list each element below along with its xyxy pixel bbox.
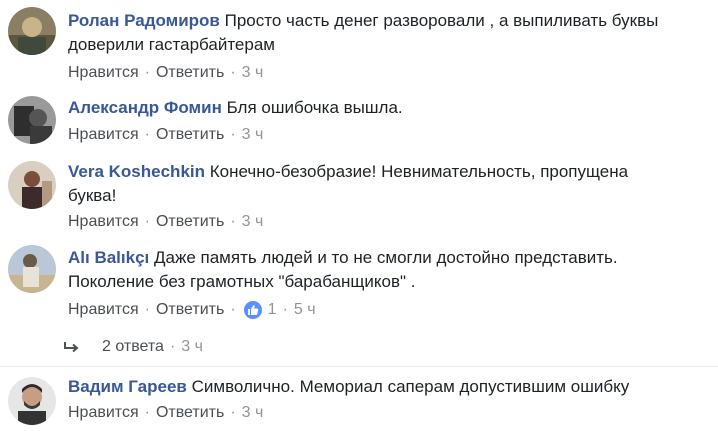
like-button[interactable]: Нравится [68,123,139,147]
comment-actions: Нравится · Ответить · 1 · 5 ч [68,298,316,322]
separator: · [169,338,176,355]
comment-text: Бля ошибочка вышла. [226,98,403,117]
replies-time[interactable]: 3 ч [181,335,203,359]
reply-button[interactable]: Ответить [156,298,224,322]
separator: · [230,301,236,318]
separator: · [230,64,236,81]
avatar[interactable] [8,161,56,209]
reply-button[interactable]: Ответить [156,401,224,425]
comment-actions: Нравится · Ответить · 3 ч [68,61,263,85]
separator: · [282,301,288,318]
avatar[interactable] [8,377,56,425]
separator: · [144,404,150,421]
comment-body: Alı Balıkçı Даже память людей и то не см… [68,246,710,294]
separator: · [144,126,150,143]
separator: · [230,404,236,421]
avatar[interactable] [8,96,56,144]
comment-author[interactable]: Александр Фомин [68,98,222,117]
view-replies-row[interactable]: 2 ответа · 3 ч [62,335,203,359]
reply-button[interactable]: Ответить [156,123,224,147]
thumbs-up-icon[interactable] [243,301,262,319]
comment-feed: Ролан Радомиров Просто часть денег разво… [0,0,718,431]
separator: · [230,213,236,230]
comment-time[interactable]: 3 ч [242,123,264,147]
reply-button[interactable]: Ответить [156,61,224,85]
separator: · [144,213,150,230]
comment-text: Просто часть денег разворовали , а выпил… [224,11,659,30]
comment-body: Ролан Радомиров Просто часть денег разво… [68,9,710,57]
like-button[interactable]: Нравится [68,61,139,85]
comment-time[interactable]: 3 ч [242,401,264,425]
comment-author[interactable]: Ролан Радомиров [68,11,220,30]
comment-actions: Нравится · Ответить · 3 ч [68,401,263,425]
comment-time[interactable]: 3 ч [242,210,264,234]
separator: · [144,301,150,318]
comment-author[interactable]: Vera Koshechkin [68,162,205,181]
like-button[interactable]: Нравится [68,210,139,234]
divider [0,366,718,367]
comment-text: Символично. Мемориал саперам допустившим… [191,377,630,396]
separator: · [230,126,236,143]
reply-arrow-icon [64,342,79,353]
comment-text: буква! [68,186,117,205]
comment-time[interactable]: 3 ч [242,61,264,85]
comment-text: доверили гастарбайтерам [68,35,275,54]
comment-author[interactable]: Alı Balıkçı [68,248,149,267]
avatar[interactable] [8,7,56,55]
comment-actions: Нравится · Ответить · 3 ч [68,210,263,234]
comment-time[interactable]: 5 ч [294,298,316,322]
comment-text: Поколение без грамотных "барабанщиков" . [68,272,416,291]
reply-button[interactable]: Ответить [156,210,224,234]
like-button[interactable]: Нравится [68,401,139,425]
like-count[interactable]: 1 [268,298,277,322]
comment-body: Александр Фомин Бля ошибочка вышла. [68,96,710,120]
comment-text: Конечно-безобразие! Невнимательность, пр… [209,162,629,181]
separator: · [144,64,150,81]
like-button[interactable]: Нравится [68,298,139,322]
comment-actions: Нравится · Ответить · 3 ч [68,123,263,147]
comment-body: Vera Koshechkin Конечно-безобразие! Невн… [68,160,710,208]
comment-text: Даже память людей и то не смогли достойн… [154,248,618,267]
comment-author[interactable]: Вадим Гареев [68,377,187,396]
view-replies-link[interactable]: 2 ответа [102,335,164,359]
comment-body: Вадим Гареев Символично. Мемориал сапера… [68,375,710,399]
avatar[interactable] [8,245,56,293]
